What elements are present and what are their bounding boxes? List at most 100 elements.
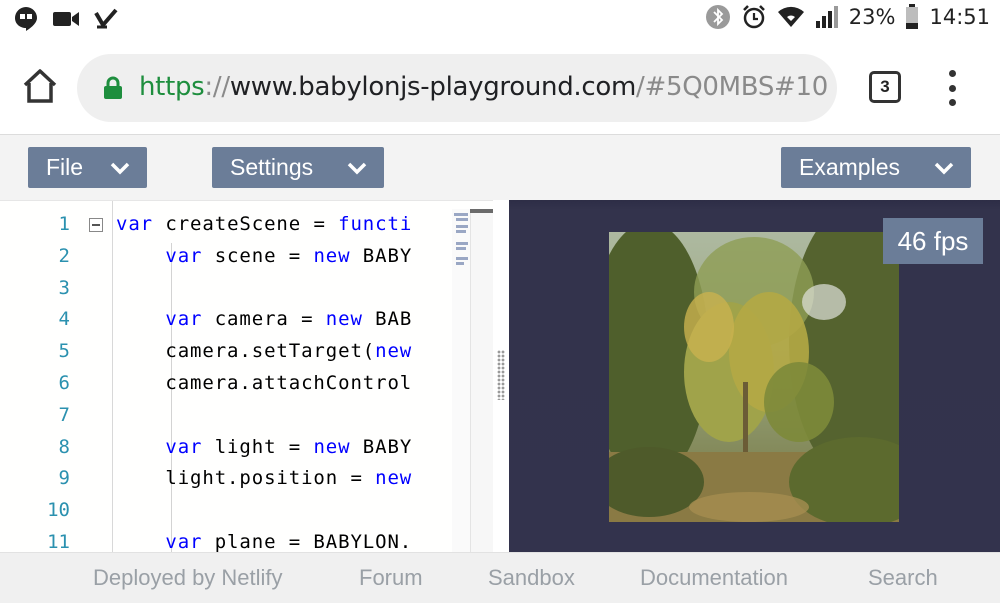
code-keyword: var	[116, 308, 203, 331]
footer-bar: Deployed by Netlify Forum Sandbox Docume…	[0, 552, 1000, 603]
chevron-down-icon	[347, 162, 367, 175]
wifi-icon	[777, 6, 804, 28]
textured-plane-image	[609, 232, 899, 522]
chevron-down-icon	[934, 162, 954, 175]
code-text: plane = BABYLON.	[202, 531, 413, 552]
fps-counter: 46 fps	[883, 218, 983, 264]
bluetooth-icon	[705, 5, 730, 29]
minimap-line	[456, 242, 468, 245]
code-text: BABY	[350, 244, 413, 267]
file-menu-label: File	[46, 154, 84, 180]
footer-link-documentation[interactable]: Documentation	[640, 565, 788, 591]
code-line[interactable]: camera.attachControl	[116, 372, 412, 394]
code-text: createScene =	[153, 213, 339, 235]
code-text: light =	[202, 435, 314, 458]
fold-toggle-icon[interactable]	[89, 218, 103, 232]
drag-handle-icon[interactable]	[497, 350, 505, 400]
signal-icon	[815, 6, 838, 28]
line-number: 2	[58, 244, 70, 267]
editor-scrollbar[interactable]	[470, 209, 493, 552]
render-canvas[interactable]: 46 fps	[509, 200, 1000, 552]
code-text: camera =	[202, 308, 326, 331]
line-number-gutter: 1 2 3 4 5 6 7 8 9 10 11	[0, 201, 112, 552]
tab-switcher-button[interactable]: 3	[869, 71, 901, 103]
line-number: 7	[58, 403, 70, 426]
code-keyword: new	[375, 340, 413, 363]
clock: 14:51	[929, 5, 990, 29]
code-line[interactable]: light.position = new	[116, 467, 412, 489]
line-number: 3	[58, 276, 70, 299]
status-bar: 23% 14:51	[0, 0, 1000, 42]
line-number: 5	[58, 340, 70, 363]
minimap-line	[456, 247, 466, 250]
battery-percent: 23%	[848, 5, 896, 29]
task-check-icon	[94, 8, 118, 29]
line-number: 11	[47, 531, 70, 552]
code-keyword: var	[116, 435, 203, 458]
line-number: 9	[58, 467, 70, 490]
playground-toolbar: File Settings Examples	[0, 134, 1000, 200]
minimap[interactable]	[452, 209, 470, 552]
minimap-line	[456, 218, 468, 221]
app-screen: 23% 14:51 https://www.babylonjs-playgrou…	[0, 0, 1000, 603]
code-line[interactable]: var createScene = functi	[116, 213, 412, 235]
browser-toolbar: https://www.babylonjs-playground.com/#5Q…	[0, 42, 1000, 134]
code-editor[interactable]: 1 2 3 4 5 6 7 8 9 10 11 var createScene = functi v…	[0, 200, 493, 552]
lock-icon	[104, 76, 122, 99]
line-number: 10	[47, 499, 70, 522]
code-text: light.position =	[116, 467, 376, 490]
file-menu-button[interactable]: File	[28, 147, 147, 188]
code-line[interactable]: var scene = new BABY	[116, 245, 412, 267]
url-path: /#5Q0MBS#10	[636, 72, 828, 102]
url-host: www.babylonjs-playground.com	[229, 72, 637, 102]
code-line[interactable]: var light = new BABY	[116, 436, 412, 458]
settings-menu-button[interactable]: Settings	[212, 147, 384, 188]
pane-splitter[interactable]	[493, 200, 509, 552]
minimap-line	[456, 257, 468, 260]
battery-icon	[906, 4, 919, 29]
footer-link-sandbox[interactable]: Sandbox	[488, 565, 575, 591]
code-text: BABY	[350, 435, 413, 458]
code-text: BAB	[362, 308, 413, 331]
code-line[interactable]: var plane = BABYLON.	[116, 531, 412, 552]
line-number: 1	[58, 213, 70, 235]
footer-link-netlify[interactable]: Deployed by Netlify	[93, 565, 283, 591]
line-number: 4	[58, 308, 70, 331]
minimap-line	[454, 213, 468, 216]
hangouts-icon	[15, 7, 37, 31]
home-icon[interactable]	[20, 66, 60, 106]
settings-menu-label: Settings	[230, 154, 314, 180]
minimap-line	[456, 230, 466, 233]
code-area[interactable]: var createScene = functi var scene = new…	[112, 201, 452, 552]
code-keyword: var	[116, 244, 203, 267]
url-scheme: https	[139, 72, 205, 102]
overflow-menu-icon[interactable]	[944, 70, 960, 106]
footer-link-search[interactable]: Search	[868, 565, 938, 591]
code-text: camera.attachControl	[116, 372, 413, 394]
code-text: scene =	[202, 244, 314, 267]
code-keyword: new	[313, 435, 351, 458]
code-keyword: new	[375, 467, 413, 490]
line-number: 8	[58, 435, 70, 458]
video-call-icon	[53, 12, 79, 26]
alarm-icon	[742, 5, 765, 29]
address-bar[interactable]: https://www.babylonjs-playground.com/#5Q…	[77, 54, 837, 122]
code-keyword: var	[116, 531, 203, 552]
line-number: 6	[58, 372, 70, 394]
code-line[interactable]: camera.setTarget(new	[116, 340, 412, 362]
url-separator: ://	[204, 72, 230, 102]
code-text: camera.setTarget(	[116, 340, 376, 363]
examples-menu-label: Examples	[799, 154, 900, 180]
editor-scrollbar-thumb[interactable]	[470, 209, 493, 213]
code-keyword: new	[313, 244, 351, 267]
url-text: https://www.babylonjs-playground.com/#5Q…	[139, 72, 828, 102]
minimap-line	[456, 225, 468, 228]
minimap-line	[456, 262, 464, 265]
code-keyword: var	[116, 213, 154, 235]
code-keyword: functi	[338, 213, 413, 235]
code-keyword: new	[325, 308, 363, 331]
code-line[interactable]: var camera = new BAB	[116, 308, 412, 330]
indent-guide	[171, 243, 172, 552]
footer-link-forum[interactable]: Forum	[359, 565, 423, 591]
examples-menu-button[interactable]: Examples	[781, 147, 971, 188]
